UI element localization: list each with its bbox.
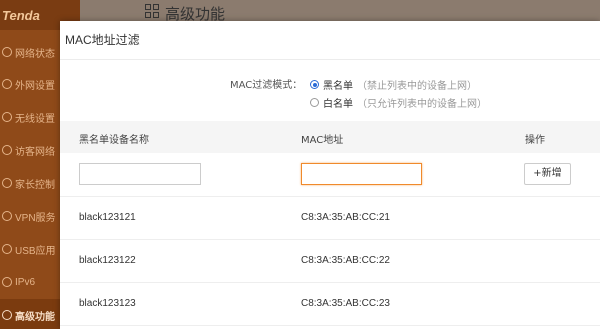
table-row: black123121 C8:3A:35:AB:CC:21 — [60, 197, 600, 240]
sidebar-item-label: USB应用 — [15, 245, 56, 257]
blacklist-label: 黑名单 — [323, 81, 353, 92]
device-name-cell: black123122 — [79, 255, 136, 266]
globe-icon — [2, 79, 12, 89]
parental-icon — [2, 178, 12, 188]
sidebar-item-label: 家长控制 — [15, 179, 55, 191]
blacklist-option[interactable]: 黑名单 （禁止列表中的设备上网） — [310, 77, 477, 92]
whitelist-note: （只允许列表中的设备上网） — [357, 99, 487, 110]
guest-icon — [2, 145, 12, 155]
table-row: black123123 C8:3A:35:AB:CC:23 — [60, 283, 600, 326]
column-header-mac: MAC地址 — [301, 135, 344, 146]
whitelist-radio[interactable] — [310, 98, 319, 107]
sidebar-item-label: VPN服务 — [15, 212, 56, 224]
mac-address-input[interactable] — [301, 163, 422, 185]
usb-icon — [2, 244, 12, 254]
blacklist-radio[interactable] — [310, 80, 319, 89]
mac-address-cell: C8:3A:35:AB:CC:21 — [301, 212, 390, 223]
sidebar-item-label: 无线设置 — [15, 113, 55, 125]
column-header-device-name: 黑名单设备名称 — [79, 135, 149, 146]
network-status-icon — [2, 47, 12, 57]
wifi-icon — [2, 112, 12, 122]
sidebar-item-label: 访客网络 — [15, 146, 55, 158]
add-entry-row: +新增 — [60, 153, 600, 197]
sidebar-item-label: 高级功能 — [15, 311, 55, 323]
table-header: 黑名单设备名称 MAC地址 操作 — [60, 121, 600, 153]
device-name-input[interactable] — [79, 163, 201, 185]
mac-filter-dialog: MAC地址过滤 MAC过滤模式： 黑名单 （禁止列表中的设备上网） 白名单 （只… — [60, 21, 600, 329]
ipv6-icon — [2, 277, 12, 287]
device-name-cell: black123123 — [79, 298, 136, 309]
vpn-icon — [2, 211, 12, 221]
sidebar-item-label: 外网设置 — [15, 80, 55, 92]
device-name-cell: black123121 — [79, 212, 136, 223]
column-header-action: 操作 — [525, 135, 545, 146]
dialog-title: MAC地址过滤 — [65, 33, 140, 47]
sidebar-item-label: 网络状态 — [15, 48, 55, 60]
divider — [60, 59, 600, 60]
sidebar-item-label: IPv6 — [15, 276, 36, 288]
table-row: black123122 C8:3A:35:AB:CC:22 — [60, 240, 600, 283]
whitelist-option[interactable]: 白名单 （只允许列表中的设备上网） — [310, 95, 487, 110]
grid-icon — [145, 4, 159, 18]
mac-address-cell: C8:3A:35:AB:CC:22 — [301, 255, 390, 266]
whitelist-label: 白名单 — [323, 99, 353, 110]
blacklist-note: （禁止列表中的设备上网） — [357, 81, 477, 92]
add-button[interactable]: +新增 — [524, 163, 571, 185]
advanced-icon — [2, 310, 12, 320]
filter-mode-label: MAC过滤模式： — [230, 80, 303, 91]
mac-address-cell: C8:3A:35:AB:CC:23 — [301, 298, 390, 309]
